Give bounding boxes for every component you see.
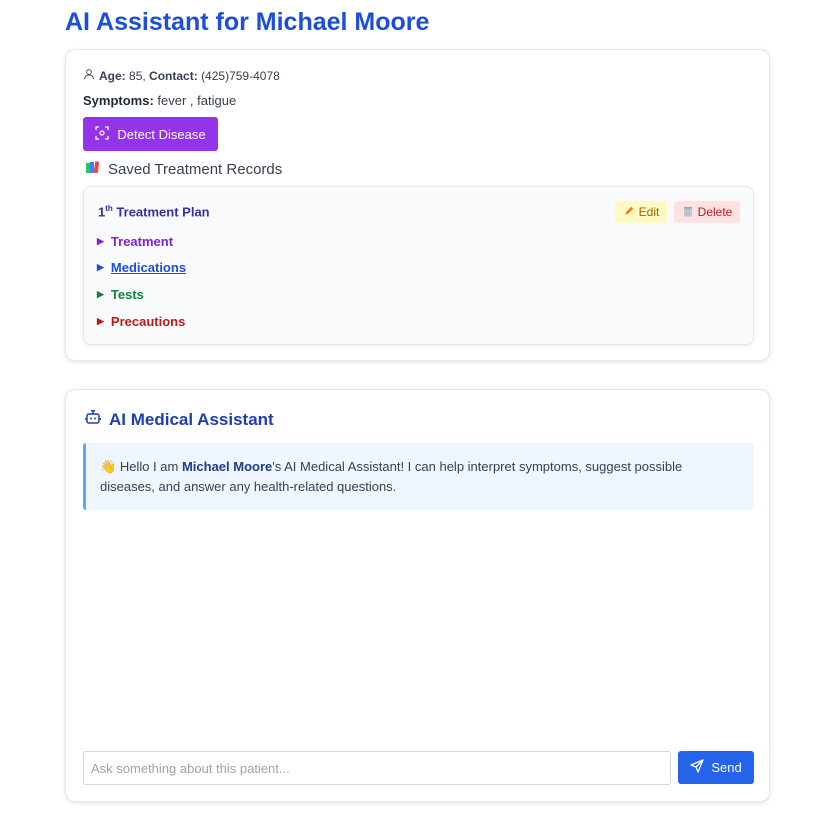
welcome-prefix: Hello I am xyxy=(119,459,182,474)
symptoms-label: Symptoms: xyxy=(83,93,154,108)
contact-value: (425)759-4078 xyxy=(201,68,280,83)
precautions-toggle[interactable]: ▶ Precautions xyxy=(97,314,185,329)
plan-ordinal: th xyxy=(105,204,113,213)
saved-records-heading: Saved Treatment Records xyxy=(85,159,282,179)
treatment-plan-card: 1th Treatment Plan Edit Delete ▶ Treatme… xyxy=(83,186,754,345)
wave-hand-icon: 👋 xyxy=(100,459,117,474)
page-title: AI Assistant for Michael Moore xyxy=(65,8,430,36)
treatment-label: Treatment xyxy=(110,234,174,249)
scan-icon xyxy=(95,125,110,143)
chat-heading-label: AI Medical Assistant xyxy=(109,409,274,429)
patient-info: Age: 85, Contact: (425)759-4078 xyxy=(83,68,280,83)
triangle-right-icon: ▶ xyxy=(97,289,104,299)
chat-card: AI Medical Assistant 👋 Hello I am Michae… xyxy=(65,389,770,802)
pencil-icon xyxy=(623,205,635,220)
treatment-plan-title: 1th Treatment Plan xyxy=(98,204,210,219)
plan-title-text: Treatment Plan xyxy=(116,204,210,220)
edit-button[interactable]: Edit xyxy=(615,201,667,223)
send-icon xyxy=(690,759,704,776)
saved-records-label: Saved Treatment Records xyxy=(108,160,283,178)
chat-input[interactable] xyxy=(83,751,671,785)
medications-toggle[interactable]: ▶ Medications xyxy=(97,260,186,275)
triangle-right-icon: ▶ xyxy=(97,316,104,326)
delete-label: Delete xyxy=(697,205,733,219)
robot-icon xyxy=(85,409,101,430)
patient-card: Age: 85, Contact: (425)759-4078 Symptoms… xyxy=(65,49,770,361)
welcome-name: Michael Moore xyxy=(181,459,273,474)
medications-label: Medications xyxy=(110,260,187,275)
age-value: 85, xyxy=(129,68,146,83)
trash-icon xyxy=(682,205,694,220)
books-icon xyxy=(85,159,101,179)
send-label: Send xyxy=(711,760,742,775)
triangle-right-icon: ▶ xyxy=(97,236,104,246)
delete-button[interactable]: Delete xyxy=(674,201,740,223)
precautions-label: Precautions xyxy=(110,314,186,329)
symptoms-value: fever , fatigue xyxy=(157,93,237,108)
triangle-right-icon: ▶ xyxy=(97,262,104,272)
welcome-message: 👋 Hello I am Michael Moore's AI Medical … xyxy=(83,443,754,510)
chat-heading: AI Medical Assistant xyxy=(85,409,274,430)
contact-label: Contact: xyxy=(149,68,198,83)
user-icon xyxy=(83,68,95,83)
symptoms-line: Symptoms: fever , fatigue xyxy=(83,93,236,108)
detect-disease-button[interactable]: Detect Disease xyxy=(83,117,218,151)
tests-toggle[interactable]: ▶ Tests xyxy=(97,287,144,302)
tests-label: Tests xyxy=(110,287,144,302)
send-button[interactable]: Send xyxy=(678,751,754,784)
age-label: Age: xyxy=(99,68,126,83)
treatment-toggle[interactable]: ▶ Treatment xyxy=(97,234,173,249)
detect-disease-label: Detect Disease xyxy=(117,126,206,142)
edit-label: Edit xyxy=(638,205,660,219)
